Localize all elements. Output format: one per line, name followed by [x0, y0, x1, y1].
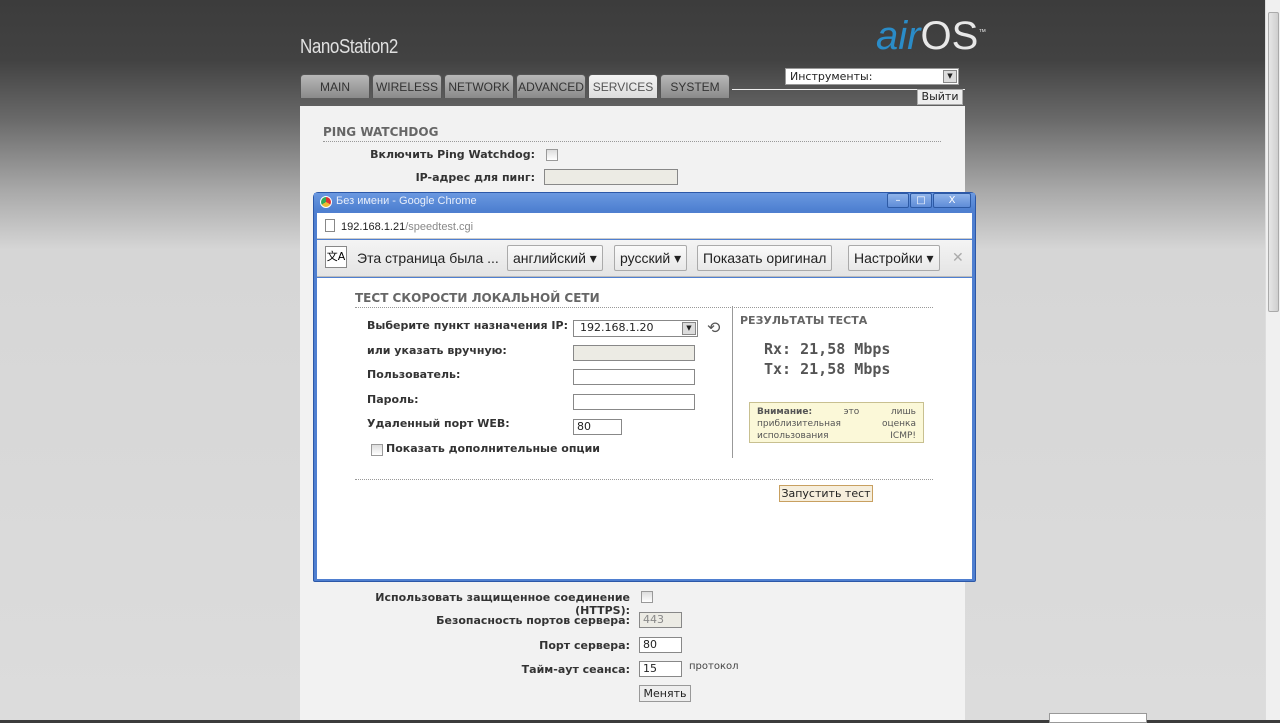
notification-popup[interactable]	[1049, 713, 1147, 723]
secure-port-label: Безопасность портов сервера:	[436, 614, 630, 627]
timeout-unit: протокол	[689, 661, 739, 672]
ping-watchdog-heading: PING WATCHDOG	[323, 125, 941, 142]
address-bar[interactable]: 192.168.1.21/speedtest.cgi	[317, 213, 972, 239]
url-path: /speedtest.cgi	[405, 221, 474, 233]
warning-note: Внимание: это лишь приблизительная оценк…	[749, 402, 924, 443]
divider	[732, 306, 733, 458]
warning-bold: Внимание:	[757, 407, 813, 417]
translate-bar: 文A Эта страница была ... английский ▾ ру…	[317, 240, 972, 277]
destination-ip-select[interactable]: 192.168.1.20 ▼	[573, 320, 698, 337]
target-language-button[interactable]: русский ▾	[614, 245, 688, 271]
window-titlebar[interactable]: Без имени - Google Chrome – □ X	[314, 193, 975, 211]
logo-air: air	[876, 14, 921, 58]
speedtest-heading: ТЕСТ СКОРОСТИ ЛОКАЛЬНОЙ СЕТИ	[355, 291, 933, 308]
ping-ip-input[interactable]	[544, 169, 678, 185]
password-label: Пароль:	[367, 393, 419, 406]
session-timeout-input[interactable]: 15	[639, 661, 682, 677]
remote-port-label: Удаленный порт WEB:	[367, 417, 510, 430]
tools-select[interactable]: Инструменты: ▼	[785, 68, 959, 85]
session-timeout-label: Тайм-аут сеанса:	[521, 663, 630, 676]
tab-services[interactable]: SERVICES	[588, 74, 658, 98]
results-heading: РЕЗУЛЬТАТЫ ТЕСТА	[740, 314, 868, 327]
translate-message: Эта страница была ...	[357, 250, 499, 266]
advanced-options-label: Показать дополнительные опции	[386, 442, 601, 455]
enable-ping-checkbox[interactable]	[546, 149, 558, 161]
remote-port-input[interactable]: 80	[573, 419, 622, 435]
tx-result: Tx: 21,58 Mbps	[764, 360, 891, 378]
secure-port-input[interactable]: 443	[639, 612, 682, 628]
airos-logo: airOS™	[876, 14, 986, 59]
tools-select-value: Инструменты:	[790, 70, 873, 83]
ping-ip-label: IP-адрес для пинг:	[415, 171, 535, 184]
close-window-button[interactable]: X	[933, 193, 971, 208]
scrollbar-thumb[interactable]	[1268, 12, 1279, 312]
chevron-down-icon: ▼	[943, 70, 957, 83]
rx-result: Rx: 21,58 Mbps	[764, 340, 891, 358]
logo-os: OS	[920, 14, 979, 58]
tab-system[interactable]: SYSTEM	[660, 74, 730, 98]
show-original-button[interactable]: Показать оригинал	[697, 245, 833, 271]
maximize-button[interactable]: □	[910, 193, 932, 208]
translate-settings-button[interactable]: Настройки ▾	[848, 245, 940, 271]
advanced-options-checkbox[interactable]	[371, 444, 383, 456]
destination-ip-label: Выберите пункт назначения IP:	[367, 319, 568, 332]
speedtest-page: ТЕСТ СКОРОСТИ ЛОКАЛЬНОЙ СЕТИ Выберите пу…	[317, 278, 972, 579]
chevron-down-icon: ▼	[682, 322, 696, 335]
logo-tm: ™	[978, 27, 987, 37]
tab-wireless[interactable]: WIRELESS	[372, 74, 442, 98]
enable-ping-label: Включить Ping Watchdog:	[370, 148, 535, 161]
https-checkbox[interactable]	[641, 591, 653, 603]
divider	[355, 479, 933, 480]
run-test-button[interactable]: Запустить тест	[779, 485, 873, 502]
server-port-label: Порт сервера:	[539, 639, 630, 652]
chrome-icon	[320, 196, 332, 208]
destination-ip-value: 192.168.1.20	[580, 321, 654, 334]
close-translate-icon[interactable]: ✕	[952, 250, 964, 266]
minimize-button[interactable]: –	[887, 193, 909, 208]
refresh-icon[interactable]: ⟲	[707, 318, 720, 337]
user-input[interactable]	[573, 369, 695, 385]
source-language-button[interactable]: английский ▾	[507, 245, 603, 271]
password-input[interactable]	[573, 394, 695, 410]
manual-ip-label: или указать вручную:	[367, 344, 507, 357]
main-tabs: MAIN WIRELESS NETWORK ADVANCED SERVICES …	[300, 74, 730, 98]
tab-main[interactable]: MAIN	[300, 74, 370, 98]
user-label: Пользователь:	[367, 368, 461, 381]
scrollbar[interactable]	[1265, 0, 1280, 720]
url-text: 192.168.1.21/speedtest.cgi	[341, 221, 473, 233]
speedtest-popup-window: Без имени - Google Chrome – □ X 192.168.…	[313, 192, 976, 582]
translate-icon: 文A	[325, 246, 347, 268]
url-host: 192.168.1.21	[341, 221, 406, 233]
window-title: Без имени - Google Chrome	[336, 195, 477, 207]
device-name: NanoStation2	[300, 36, 398, 58]
server-port-input[interactable]: 80	[639, 637, 682, 653]
change-button[interactable]: Менять	[639, 685, 691, 702]
page-icon	[325, 219, 335, 232]
manual-ip-input[interactable]	[573, 345, 695, 361]
tab-advanced[interactable]: ADVANCED	[516, 74, 586, 98]
logout-button[interactable]: Выйти	[917, 89, 963, 105]
tab-network[interactable]: NETWORK	[444, 74, 514, 98]
